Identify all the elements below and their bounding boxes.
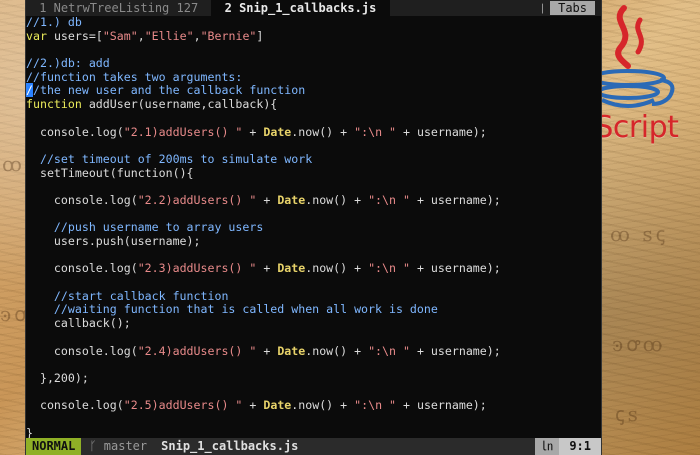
- code-line[interactable]: [26, 112, 601, 126]
- mode-indicator: NORMAL: [26, 438, 82, 455]
- code-line[interactable]: [26, 358, 601, 372]
- code-line[interactable]: [26, 331, 601, 345]
- code-line[interactable]: function addUser(username,callback){: [26, 97, 601, 112]
- code-line[interactable]: callback();: [26, 316, 601, 331]
- code-line[interactable]: }: [26, 426, 601, 438]
- cursor-position: 9:1: [559, 438, 601, 455]
- code-line[interactable]: [26, 139, 601, 153]
- code-line[interactable]: users.push(username);: [26, 234, 601, 249]
- parchment-glyphs: ꝏ ꜱꞔ: [610, 222, 669, 246]
- vim-tabline: 1 NetrwTreeListing 127 2 Snip_1_callback…: [26, 0, 601, 16]
- code-line[interactable]: [26, 276, 601, 290]
- code-line[interactable]: [26, 208, 601, 222]
- code-buffer[interactable]: //1.) db var users=["Sam","Ellie","Bernie…: [26, 16, 601, 438]
- code-line[interactable]: //2.)db: add: [26, 56, 601, 71]
- parchment-glyphs: ꜿꝍꝏ: [612, 332, 666, 356]
- code-line[interactable]: //waiting function that is called when a…: [26, 303, 601, 317]
- code-line[interactable]: //the new user and the callback function: [26, 83, 601, 98]
- vim-statusline: NORMAL ᚴ master Snip_1_callbacks.js ㏑ 9:…: [26, 438, 601, 455]
- code-line[interactable]: //set timeout of 200ms to simulate work: [26, 152, 601, 167]
- current-file-name: Snip_1_callbacks.js: [161, 439, 299, 453]
- code-line[interactable]: setTimeout(function(){: [26, 166, 601, 181]
- code-line[interactable]: //function takes two arguments:: [26, 70, 601, 85]
- tab-snip-1-callbacks[interactable]: 2 Snip_1_callbacks.js: [211, 0, 390, 16]
- code-line[interactable]: //1.) db: [26, 16, 601, 30]
- vim-editor-window: 1 NetrwTreeListing 127 2 Snip_1_callback…: [25, 0, 602, 455]
- line-number-icon: ㏑: [535, 438, 560, 455]
- code-line[interactable]: console.log("2.1)addUsers() " + Date.now…: [26, 125, 601, 140]
- code-line[interactable]: console.log("2.4)addUsers() " + Date.now…: [26, 344, 601, 359]
- code-line[interactable]: [26, 249, 601, 263]
- code-line[interactable]: [26, 180, 601, 194]
- tabs-separator-icon: ❘: [538, 1, 547, 15]
- code-line[interactable]: console.log("2.2)addUsers() " + Date.now…: [26, 193, 601, 208]
- code-line[interactable]: [26, 43, 601, 57]
- tabs-pill[interactable]: Tabs: [550, 1, 595, 15]
- tab-netrw-tree-listing[interactable]: 1 NetrwTreeListing 127: [26, 0, 211, 16]
- git-branch: ᚴ master: [89, 439, 148, 453]
- code-line[interactable]: [26, 413, 601, 427]
- code-line[interactable]: [26, 386, 601, 400]
- code-line[interactable]: console.log("2.5)addUsers() " + Date.now…: [26, 398, 601, 413]
- code-line[interactable]: var users=["Sam","Ellie","Bernie"]: [26, 29, 601, 44]
- code-line[interactable]: },200);: [26, 371, 601, 386]
- tabs-indicator: ❘ Tabs: [539, 0, 595, 16]
- code-line[interactable]: console.log("2.3)addUsers() " + Date.now…: [26, 262, 601, 276]
- parchment-glyphs: ꞔꜱ: [615, 402, 641, 426]
- code-line[interactable]: //push username to array users: [26, 220, 601, 235]
- code-line[interactable]: //start callback function: [26, 289, 601, 304]
